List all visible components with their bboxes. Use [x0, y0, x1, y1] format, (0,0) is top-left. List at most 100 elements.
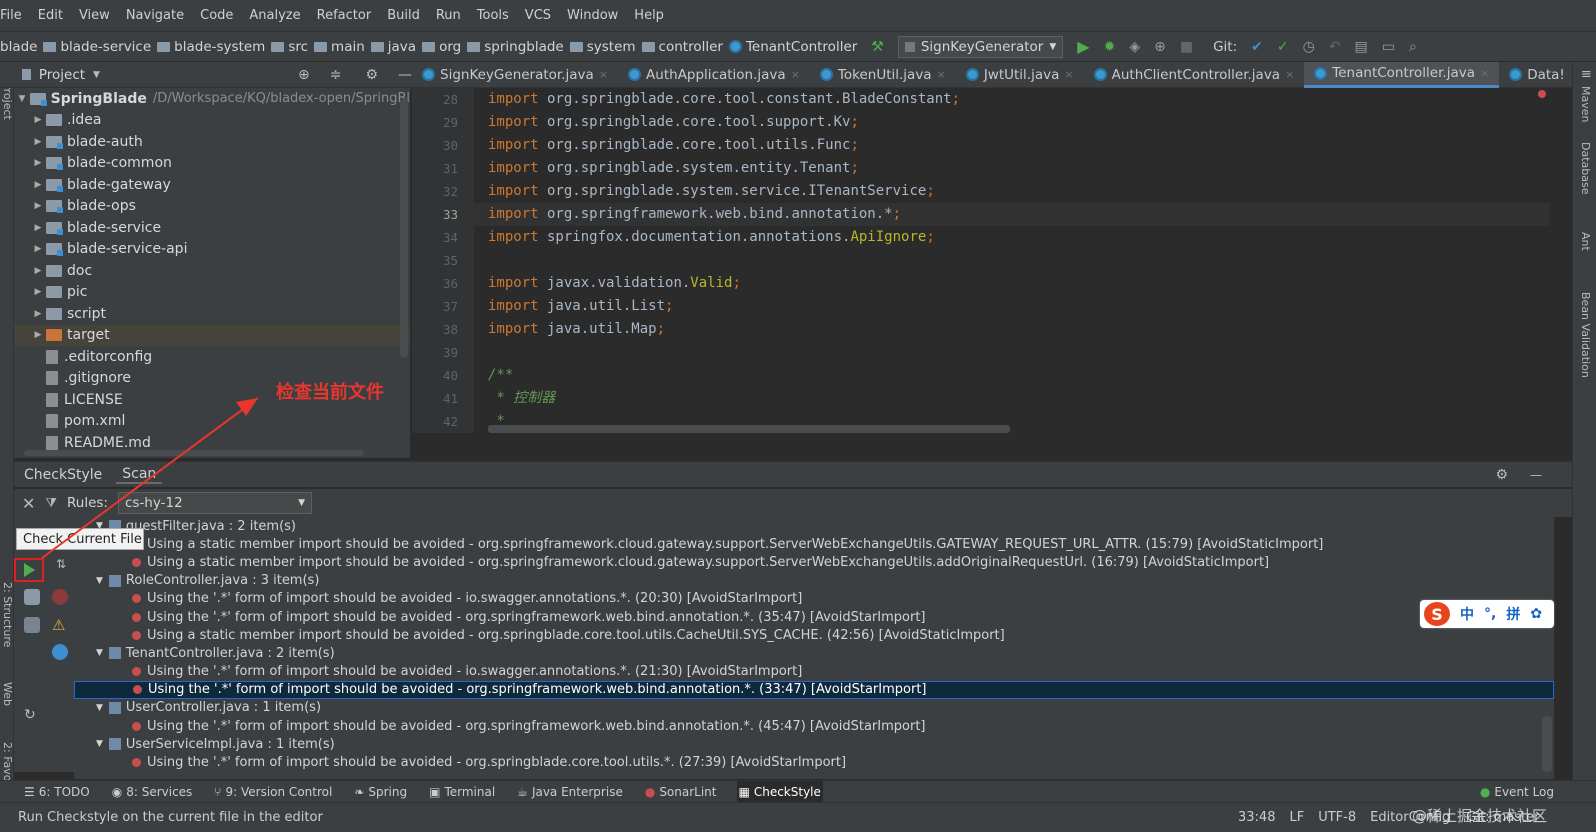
- rollback-icon[interactable]: ↶: [1329, 39, 1341, 55]
- result-file-item[interactable]: ▼ UserServiceImpl.java : 1 item(s): [74, 735, 1554, 753]
- result-file-item[interactable]: ▼ RoleController.java : 3 item(s): [74, 572, 1554, 590]
- breadcrumb-item[interactable]: org: [422, 39, 461, 55]
- breadcrumb-item[interactable]: blade-service: [43, 39, 151, 55]
- refresh-icon[interactable]: ↻: [24, 707, 36, 723]
- breadcrumb-item[interactable]: src: [271, 39, 308, 55]
- menu-item-tools[interactable]: Tools: [477, 8, 509, 23]
- debug-icon[interactable]: ✹: [1104, 39, 1116, 55]
- maven-tool-window-tab[interactable]: Maven: [1579, 86, 1592, 122]
- close-icon[interactable]: ×: [1285, 68, 1294, 81]
- expand-arrow-icon[interactable]: ▶: [30, 244, 46, 254]
- menu-item-code[interactable]: Code: [200, 8, 233, 23]
- close-icon[interactable]: ×: [791, 68, 800, 81]
- result-violation-item[interactable]: Using the '.*' form of import should be …: [74, 753, 1554, 771]
- menu-item-build[interactable]: Build: [387, 8, 420, 23]
- expand-arrow-icon[interactable]: ▶: [30, 287, 46, 297]
- tool-window-spring[interactable]: ❧ Spring: [352, 781, 409, 803]
- result-violation-item[interactable]: Using the '.*' form of import should be …: [74, 717, 1554, 735]
- result-violation-item[interactable]: Using a static member import should be a…: [74, 535, 1554, 553]
- breadcrumb-item[interactable]: springblade: [467, 39, 564, 55]
- breadcrumb-item[interactable]: main: [314, 39, 365, 55]
- tool-window-6-todo[interactable]: ☰ 6: TODO: [22, 781, 92, 803]
- git-update-icon[interactable]: ✔: [1251, 39, 1263, 55]
- code-line[interactable]: [474, 249, 1550, 272]
- code-editor[interactable]: import org.springblade.core.tool.constan…: [474, 88, 1550, 433]
- breadcrumb-item[interactable]: TenantController: [728, 39, 857, 55]
- expand-arrow-icon[interactable]: ▼: [14, 94, 30, 104]
- ant-tool-window-tab[interactable]: Ant: [1579, 232, 1592, 251]
- result-violation-item[interactable]: Using the '.*' form of import should be …: [74, 663, 1554, 681]
- code-line[interactable]: import java.util.List;: [474, 295, 1550, 318]
- chevron-down-icon[interactable]: ▼: [93, 70, 100, 80]
- stop-check-icon[interactable]: [52, 589, 68, 605]
- bean-validation-tool-window-tab[interactable]: Bean Validation: [1579, 292, 1592, 378]
- tree-vertical-scrollbar[interactable]: [400, 98, 408, 358]
- locate-icon[interactable]: ⊕: [298, 67, 310, 83]
- tool-window-event-log[interactable]: ● Event Log: [1478, 781, 1556, 803]
- editor-horizontal-scrollbar[interactable]: [488, 425, 1010, 433]
- menu-item-vcs[interactable]: VCS: [525, 8, 551, 23]
- expand-arrow-icon[interactable]: ▼: [96, 703, 103, 713]
- menu-item-window[interactable]: Window: [567, 8, 618, 23]
- result-file-item[interactable]: ▼ UserController.java : 1 item(s): [74, 699, 1554, 717]
- gear-icon[interactable]: ⚙: [1495, 467, 1508, 483]
- ime-toolbar[interactable]: S 中 °, 拼 ✿: [1420, 600, 1554, 628]
- expand-arrow-icon[interactable]: ▶: [30, 115, 46, 125]
- code-line[interactable]: [474, 341, 1550, 364]
- line-separator[interactable]: LF: [1289, 810, 1304, 825]
- tree-item--editorconfig[interactable]: .editorconfig: [14, 346, 410, 368]
- code-line[interactable]: import org.springblade.system.entity.Ten…: [474, 157, 1550, 180]
- expand-arrow-icon[interactable]: ▼: [96, 648, 103, 658]
- expand-arrow-icon[interactable]: ▼: [96, 739, 103, 749]
- check-module-icon[interactable]: [24, 589, 40, 605]
- run-icon[interactable]: ▶: [1077, 37, 1089, 56]
- tree-item-blade-common[interactable]: ▶ blade-common: [14, 153, 410, 175]
- tree-item-blade-gateway[interactable]: ▶ blade-gateway: [14, 174, 410, 196]
- history-icon[interactable]: ◷: [1303, 39, 1315, 55]
- ime-mode-item[interactable]: 中: [1460, 604, 1474, 624]
- editor-tab[interactable]: Data!: [1499, 62, 1575, 88]
- ime-pinyin-item[interactable]: 拼: [1506, 604, 1520, 624]
- code-line[interactable]: import javax.validation.Valid;: [474, 272, 1550, 295]
- breadcrumb-item[interactable]: controller: [641, 39, 723, 55]
- code-line[interactable]: import springfox.documentation.annotatio…: [474, 226, 1550, 249]
- tabs-menu-icon[interactable]: ≡: [1581, 67, 1592, 82]
- tree-item-doc[interactable]: ▶ doc: [14, 260, 410, 282]
- tree-item-blade-service-api[interactable]: ▶ blade-service-api: [14, 239, 410, 261]
- search-icon[interactable]: ⌕: [1409, 39, 1417, 55]
- editor-tab[interactable]: SignKeyGenerator.java ×: [412, 62, 618, 88]
- editor-tab[interactable]: TenantController.java ×: [1304, 61, 1500, 88]
- close-icon[interactable]: ×: [1064, 68, 1073, 81]
- code-line[interactable]: import org.springblade.system.service.IT…: [474, 180, 1550, 203]
- tree-item-target[interactable]: ▶ target: [14, 324, 410, 346]
- tree-item-blade-ops[interactable]: ▶ blade-ops: [14, 196, 410, 218]
- ime-settings-icon[interactable]: ✿: [1530, 606, 1542, 622]
- window-layout-icon[interactable]: ▭: [1382, 39, 1395, 55]
- tree-item-springblade[interactable]: ▼ SpringBlade/D/Workspace/KQ/bladex-open/…: [14, 88, 410, 110]
- menu-item-view[interactable]: View: [79, 8, 110, 23]
- menu-item-file[interactable]: File: [0, 8, 22, 23]
- tool-window-terminal[interactable]: ▣ Terminal: [427, 781, 497, 803]
- menu-item-navigate[interactable]: Navigate: [126, 8, 184, 23]
- result-violation-item[interactable]: Using the '.*' form of import should be …: [74, 590, 1554, 608]
- menu-item-run[interactable]: Run: [436, 8, 461, 23]
- tree-item--idea[interactable]: ▶ .idea: [14, 110, 410, 132]
- code-line[interactable]: import org.springblade.core.tool.support…: [474, 111, 1550, 134]
- breadcrumb-item[interactable]: java: [370, 39, 416, 55]
- run-configuration-select[interactable]: SignKeyGenerator ▼: [897, 35, 1064, 58]
- editor-tab[interactable]: AuthApplication.java ×: [618, 62, 810, 88]
- expand-arrow-icon[interactable]: ▶: [30, 266, 46, 276]
- menu-item-edit[interactable]: Edit: [38, 8, 63, 23]
- expand-arrow-icon[interactable]: ▶: [30, 223, 46, 233]
- result-violation-item[interactable]: Using the '.*' form of import should be …: [74, 680, 1554, 699]
- project-structure-icon[interactable]: ▤: [1355, 39, 1368, 55]
- expand-arrow-icon[interactable]: ▶: [30, 201, 46, 211]
- database-tool-window-tab[interactable]: Database: [1579, 142, 1592, 195]
- expand-arrow-icon[interactable]: ▶: [30, 180, 46, 190]
- minimize-icon[interactable]: —: [398, 67, 412, 83]
- tree-item-blade-service[interactable]: ▶ blade-service: [14, 217, 410, 239]
- info-icon[interactable]: [52, 644, 68, 660]
- tree-item-pic[interactable]: ▶ pic: [14, 282, 410, 304]
- web-tool-window-tab[interactable]: Web: [1, 682, 14, 706]
- caret-position[interactable]: 33:48: [1238, 810, 1275, 825]
